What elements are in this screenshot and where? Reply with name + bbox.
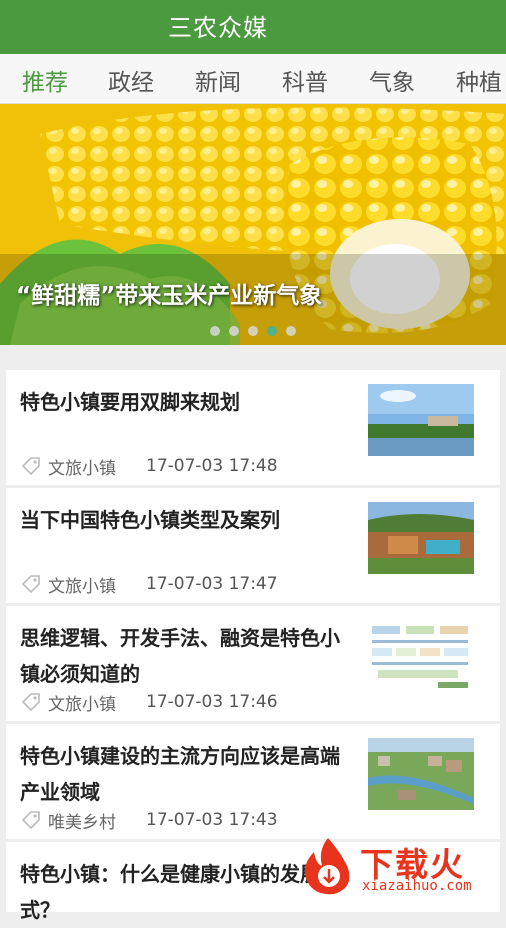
carousel-dot[interactable] bbox=[229, 326, 239, 336]
article-time: 17-07-03 17:48 bbox=[146, 456, 278, 476]
app-bar: 三农众媒 bbox=[0, 0, 506, 54]
article-tag-label: 唯美乡村 bbox=[48, 812, 116, 833]
article-thumbnail bbox=[368, 738, 474, 810]
banner-caption: “鲜甜糯”带来玉米产业新气象 bbox=[16, 283, 323, 309]
tab-news[interactable]: 新闻 bbox=[195, 63, 241, 97]
tag-icon bbox=[21, 457, 40, 476]
carousel-dot[interactable] bbox=[286, 326, 296, 336]
tag-icon bbox=[21, 693, 40, 712]
carousel-dot[interactable] bbox=[248, 326, 258, 336]
article-tag: 唯美乡村 bbox=[20, 808, 116, 833]
watermark: 下载火 xiazaihuo.com bbox=[298, 832, 506, 900]
tab-weather[interactable]: 气象 bbox=[369, 63, 415, 97]
article-card[interactable]: 特色小镇建设的主流方向应该是高端产业领域 唯美乡村 17-07-03 17:43 bbox=[6, 724, 500, 839]
article-tag: 文旅小镇 bbox=[20, 690, 116, 715]
tab-science[interactable]: 科普 bbox=[282, 63, 328, 97]
article-title: 思维逻辑、开发手法、融资是特色小镇必须知道的 bbox=[20, 626, 340, 686]
article-tag-label: 文旅小镇 bbox=[48, 576, 116, 597]
article-card[interactable]: 特色小镇要用双脚来规划 文旅小镇 17-07-03 17:48 bbox=[6, 370, 500, 485]
app-title: 三农众媒 bbox=[168, 14, 268, 42]
article-time: 17-07-03 17:47 bbox=[146, 574, 278, 594]
article-thumbnail bbox=[368, 620, 474, 692]
tab-recommend[interactable]: 推荐 bbox=[22, 63, 68, 97]
category-tabs: 推荐 政经 新闻 科普 气象 种植 bbox=[0, 54, 506, 104]
featured-banner[interactable]: “鲜甜糯”带来玉米产业新气象 bbox=[0, 104, 506, 345]
article-title: 当下中国特色小镇类型及案列 bbox=[20, 508, 280, 532]
tag-icon bbox=[21, 811, 40, 830]
article-title: 特色小镇要用双脚来规划 bbox=[20, 390, 240, 414]
carousel-dot-active[interactable] bbox=[267, 326, 277, 336]
watermark-url: xiazaihuo.com bbox=[362, 878, 472, 894]
tag-icon bbox=[21, 575, 40, 594]
article-tag-label: 文旅小镇 bbox=[48, 694, 116, 715]
article-tag: 文旅小镇 bbox=[20, 572, 116, 597]
article-card[interactable]: 当下中国特色小镇类型及案列 文旅小镇 17-07-03 17:47 bbox=[6, 488, 500, 603]
article-time: 17-07-03 17:43 bbox=[146, 810, 278, 830]
article-tag: 文旅小镇 bbox=[20, 454, 116, 479]
article-tag-label: 文旅小镇 bbox=[48, 458, 116, 479]
article-thumbnail bbox=[368, 502, 474, 574]
flame-logo-icon bbox=[305, 838, 350, 895]
article-thumbnail bbox=[368, 384, 474, 456]
tab-politics-economy[interactable]: 政经 bbox=[108, 63, 154, 97]
tab-planting[interactable]: 种植 bbox=[456, 63, 502, 97]
article-title: 特色小镇建设的主流方向应该是高端产业领域 bbox=[20, 744, 340, 804]
article-card[interactable]: 思维逻辑、开发手法、融资是特色小镇必须知道的 文旅小镇 17-07-03 17:… bbox=[6, 606, 500, 721]
carousel-dot[interactable] bbox=[210, 326, 220, 336]
article-time: 17-07-03 17:46 bbox=[146, 692, 278, 712]
